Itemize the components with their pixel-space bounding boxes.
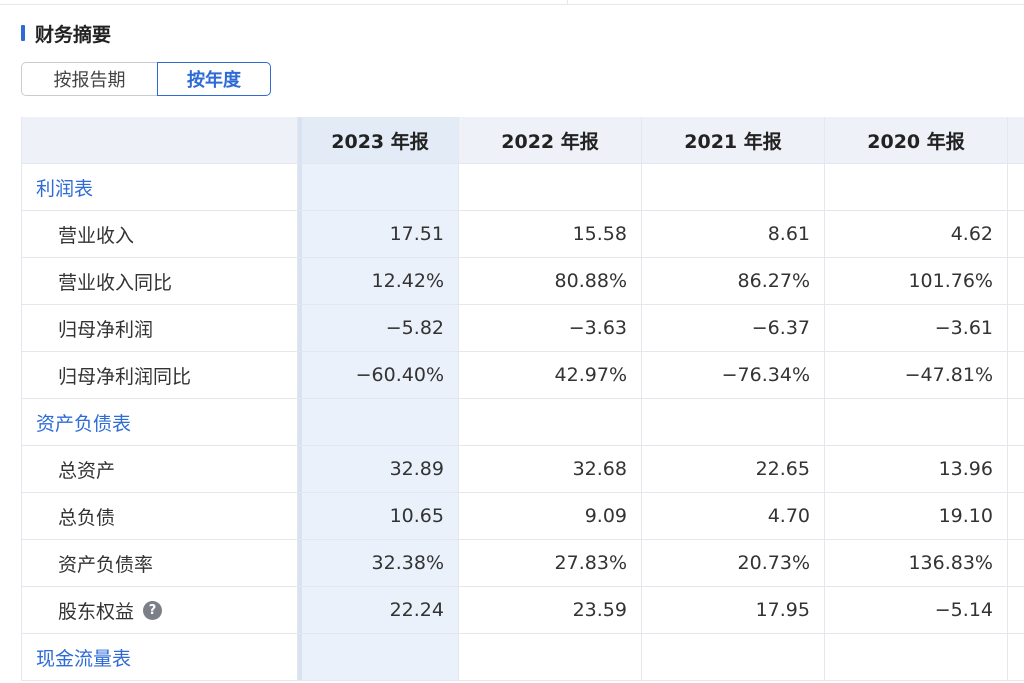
value-cell: 136.83% [825,540,1008,586]
value-cell: 32.89 [298,446,459,492]
value-cell: −6.37 [642,305,825,351]
empty-cell [459,164,642,210]
value-cell: 86.27% [642,258,825,304]
row-label: 归母净利润 [21,305,298,351]
table-row: 总资产 32.89 32.68 22.65 13.96 [21,446,1024,493]
value-cell: −76.34% [642,352,825,398]
table-row: 归母净利润同比 −60.40% 42.97% −76.34% −47.81% [21,352,1024,399]
empty-cell [825,164,1008,210]
section-label: 利润表 [21,164,298,210]
tab-by-report-period[interactable]: 按报告期 [21,62,157,96]
row-label: 营业收入 [21,211,298,257]
page-title: 财务摘要 [35,23,112,46]
empty-cell [298,399,459,445]
value-cell: 20.73% [642,540,825,586]
empty-cell [459,399,642,445]
empty-cell [642,634,825,680]
empty-cell [825,399,1008,445]
empty-cell [459,634,642,680]
table-row: 总负债 10.65 9.09 4.70 19.10 [21,493,1024,540]
empty-cell [1008,305,1024,351]
value-cell: 27.83% [459,540,642,586]
value-cell: 13.96 [825,446,1008,492]
value-cell: 15.58 [459,211,642,257]
value-cell: 22.65 [642,446,825,492]
empty-cell [1008,493,1024,539]
section-row-income: 利润表 [21,164,1024,211]
table-row: 股东权益 ? 22.24 23.59 17.95 −5.14 [21,587,1024,634]
section-row-balance: 资产负债表 [21,399,1024,446]
empty-cell [1008,634,1024,680]
value-cell: 19.10 [825,493,1008,539]
value-cell: 17.51 [298,211,459,257]
value-cell: 101.76% [825,258,1008,304]
row-label-with-help: 股东权益 ? [21,587,298,633]
value-cell: −3.61 [825,305,1008,351]
row-label: 股东权益 [58,600,135,623]
value-cell: −5.82 [298,305,459,351]
row-label: 资产负债率 [21,540,298,586]
empty-cell [1008,540,1024,586]
section-label: 资产负债表 [21,399,298,445]
value-cell: 22.24 [298,587,459,633]
empty-cell [1008,399,1024,445]
table-row: 营业收入同比 12.42% 80.88% 86.27% 101.76% [21,258,1024,305]
column-header[interactable]: 2020 年报 [825,117,1008,163]
tab-by-year[interactable]: 按年度 [157,62,271,96]
section-row-cashflow: 现金流量表 [21,634,1024,681]
empty-cell [1008,211,1024,257]
empty-cell [1008,258,1024,304]
value-cell: 32.68 [459,446,642,492]
empty-cell [1008,352,1024,398]
section-header: 财务摘要 [21,22,112,46]
column-header[interactable]: 2023 年报 [298,117,459,163]
value-cell: −47.81% [825,352,1008,398]
empty-cell [298,164,459,210]
empty-cell [825,634,1008,680]
period-toggle: 按报告期 按年度 [21,62,271,96]
value-cell: −5.14 [825,587,1008,633]
empty-cell [642,399,825,445]
financial-summary-table: 2023 年报 2022 年报 2021 年报 2020 年报 利润表 营业收入… [21,117,1024,683]
value-cell: 4.62 [825,211,1008,257]
empty-cell [642,164,825,210]
empty-cell [1008,587,1024,633]
value-cell: 17.95 [642,587,825,633]
empty-cell [298,634,459,680]
value-cell: −60.40% [298,352,459,398]
section-label: 现金流量表 [21,634,298,680]
table-row: 归母净利润 −5.82 −3.63 −6.37 −3.61 [21,305,1024,352]
row-label: 归母净利润同比 [21,352,298,398]
value-cell: 12.42% [298,258,459,304]
empty-cell [1008,164,1024,210]
column-header-overflow [1008,117,1024,163]
top-separator [567,0,568,4]
value-cell: 80.88% [459,258,642,304]
value-cell: 9.09 [459,493,642,539]
column-header[interactable]: 2022 年报 [459,117,642,163]
header-label-cell [21,117,298,163]
value-cell: −3.63 [459,305,642,351]
value-cell: 32.38% [298,540,459,586]
table-row: 营业收入 17.51 15.58 8.61 4.62 [21,211,1024,258]
value-cell: 10.65 [298,493,459,539]
empty-cell [1008,446,1024,492]
value-cell: 8.61 [642,211,825,257]
row-label: 总资产 [21,446,298,492]
top-divider [0,0,1024,5]
value-cell: 4.70 [642,493,825,539]
table-header-row: 2023 年报 2022 年报 2021 年报 2020 年报 [21,117,1024,164]
table-row: 资产负债率 32.38% 27.83% 20.73% 136.83% [21,540,1024,587]
row-label: 营业收入同比 [21,258,298,304]
value-cell: 23.59 [459,587,642,633]
value-cell: 42.97% [459,352,642,398]
row-label: 总负债 [21,493,298,539]
help-icon[interactable]: ? [143,600,163,620]
column-header[interactable]: 2021 年报 [642,117,825,163]
title-accent-bar [21,25,25,41]
